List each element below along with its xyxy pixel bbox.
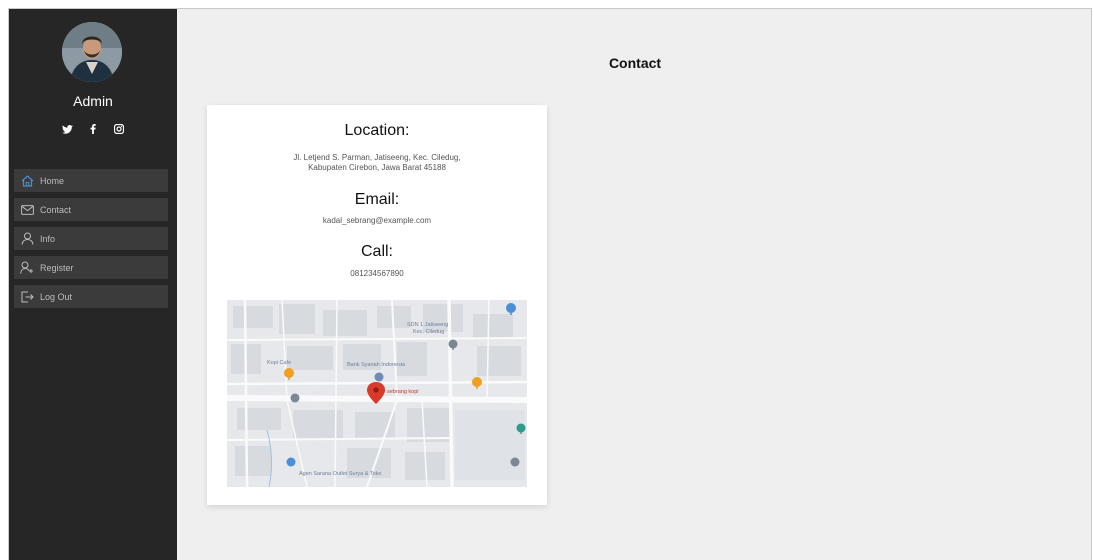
sidebar-item-logout[interactable]: Log Out [14,285,168,308]
sidebar-item-register[interactable]: Register [14,256,168,279]
twitter-icon[interactable] [61,123,73,135]
contact-card: Location: Jl. Letjend S. Parman, Jatisee… [207,105,547,505]
sidebar-item-label: Contact [40,204,72,215]
phone-value[interactable]: 081234567890 [247,269,507,279]
map-label-bottom: Agen Sarana Outlet Surya & Toko [299,471,382,477]
map-label-bank: Bank Syariah Indonesia [347,362,406,368]
sidebar-nav: Home Contact Info Register Log Out [14,169,168,314]
map-marker-label: sebrang kopi [387,389,419,395]
location-address-line-1: Jl. Letjend S. Parman, Jatiseeng, Kec. C… [293,153,461,162]
sidebar: Admin Home Contact Info Register Log Out [9,9,177,560]
map-label-sdn: SDN 1 Jatiseeng [407,322,449,328]
call-heading: Call: [360,243,393,260]
mail-icon [20,203,34,217]
avatar [62,22,122,82]
map-label-sdn-sub: Kec. Ciledug [413,329,445,335]
sidebar-item-label: Register [40,262,74,273]
logout-icon [20,290,34,304]
sidebar-item-label: Info [40,233,56,244]
sidebar-item-info[interactable]: Info [14,227,168,250]
sidebar-item-contact[interactable]: Contact [14,198,168,221]
sidebar-item-home[interactable]: Home [14,169,168,192]
user-icon [20,232,34,246]
app-frame: Admin Home Contact Info Register Log Out… [8,8,1092,560]
add-user-icon [20,261,34,275]
instagram-icon[interactable] [113,123,125,135]
location-map[interactable]: SDN 1 Jatiseeng Kec. Ciledug Bank Syaria… [227,300,527,487]
user-name: Admin [73,93,113,109]
home-icon [20,174,34,188]
email-heading: Email: [354,191,400,208]
email-value[interactable]: kadal_sebrang@example.com [247,216,507,226]
map-tiles [227,300,527,487]
sidebar-item-label: Log Out [40,291,73,302]
map-label-cafe: Kopi Cafe [267,360,292,366]
location-address-line-2: Kabupaten Cirebon, Jawa Barat 45188 [308,163,446,172]
sidebar-item-label: Home [40,175,65,186]
page-title: Contact [608,55,662,71]
social-links [9,123,177,135]
facebook-icon[interactable] [87,123,99,135]
location-heading: Location: [344,122,410,139]
